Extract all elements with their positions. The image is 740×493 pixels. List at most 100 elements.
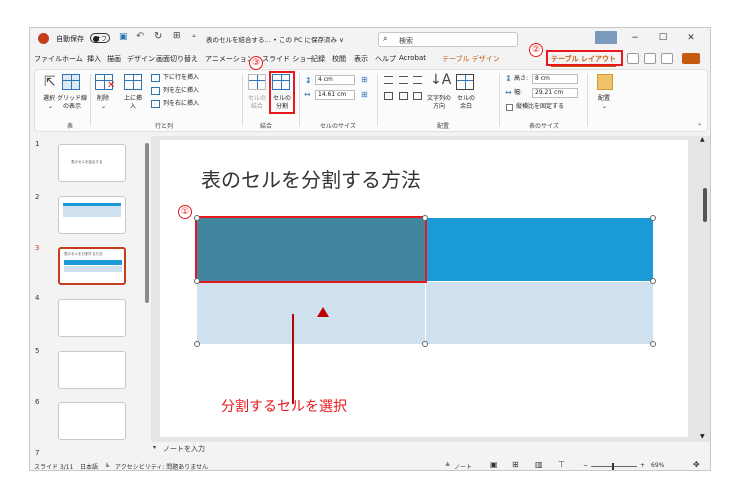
slide-title[interactable]: 表のセルを分割する方法 [201, 164, 421, 193]
tab-acrobat[interactable]: Acrobat [399, 54, 426, 62]
notes-icon: ≜ [445, 462, 451, 469]
align-right-icon[interactable] [413, 76, 422, 84]
table-cell-body[interactable] [425, 281, 653, 344]
editor-scrollbar[interactable] [703, 188, 707, 222]
language-indicator[interactable]: 日本語 [80, 462, 98, 470]
table-cell-body[interactable] [197, 281, 425, 344]
table-cell-header[interactable] [425, 218, 653, 281]
undo-icon[interactable]: ↶ [136, 31, 144, 42]
gridlines-button[interactable]: グリッド線の表示 [57, 95, 87, 111]
merge-cells-button[interactable]: セルの結合 [247, 95, 267, 111]
delete-button[interactable]: 削除 [97, 95, 109, 103]
tab-file[interactable]: ファイル [34, 54, 62, 64]
tab-view[interactable]: 表示 [354, 54, 368, 64]
tab-home[interactable]: ホーム [62, 54, 83, 64]
resize-handle[interactable] [650, 278, 656, 284]
delete-dropdown-icon[interactable]: ⌄ [101, 103, 106, 111]
notes-pane[interactable]: ▾ ノートを入力 [151, 442, 710, 454]
align-bottom-icon[interactable] [413, 92, 422, 100]
qat-dropdown-icon[interactable]: ⩡ [192, 32, 196, 41]
record-icon[interactable] [627, 53, 639, 64]
resize-handle[interactable] [194, 215, 200, 221]
tab-table-design[interactable]: テーブル デザイン [442, 54, 500, 64]
insert-left-button[interactable]: 列を左に挿入 [163, 87, 199, 95]
tab-draw[interactable]: 描画 [107, 54, 121, 64]
slide-thumbnail-6[interactable] [58, 402, 126, 440]
resize-handle[interactable] [650, 215, 656, 221]
resize-handle[interactable] [194, 278, 200, 284]
row-height-input[interactable]: 4 cm [315, 75, 355, 85]
camera-icon[interactable] [644, 53, 656, 64]
slides-panel-scrollbar[interactable] [145, 143, 149, 303]
tab-help[interactable]: ヘルプ [375, 54, 396, 64]
document-title[interactable]: 表のセルを結合する… • この PC に保存済み ∨ [206, 34, 344, 44]
distribute-cols-icon[interactable]: ⊞ [361, 90, 368, 99]
fit-to-window-icon[interactable]: ✥ [693, 460, 700, 469]
account-avatar[interactable] [595, 31, 617, 44]
tab-animations[interactable]: アニメーション [205, 54, 254, 64]
normal-view-icon[interactable]: ▣ [490, 460, 498, 469]
reading-view-icon[interactable]: ▥ [535, 460, 543, 469]
autosave-toggle[interactable]: オフ [90, 33, 110, 43]
notes-button[interactable]: ノート [454, 462, 472, 470]
close-button[interactable]: ✕ [684, 33, 698, 43]
presenter-view-icon[interactable]: ⊤ [558, 460, 565, 469]
zoom-level[interactable]: 69% [651, 462, 664, 469]
accessibility-status[interactable]: アクセシビリティ: 問題ありません [115, 462, 208, 470]
notes-collapse-icon[interactable]: ▾ [153, 444, 156, 451]
select-button[interactable]: 選択 [43, 95, 55, 103]
maximize-button[interactable]: □ [656, 32, 670, 42]
resize-handle[interactable] [194, 341, 200, 347]
resize-handle[interactable] [422, 341, 428, 347]
slide-thumbnail-1[interactable]: 表のセルを結合する [58, 144, 126, 182]
table-height-input[interactable]: 8 cm [532, 74, 578, 84]
tab-insert[interactable]: 挿入 [87, 54, 101, 64]
share-button[interactable] [682, 53, 700, 64]
cell-margins-icon [456, 74, 474, 90]
column-width-input[interactable]: 14.61 cm [315, 90, 355, 100]
insert-below-button[interactable]: 下に行を挿入 [163, 74, 199, 82]
insert-right-button[interactable]: 列を右に挿入 [163, 100, 199, 108]
tab-slideshow[interactable]: スライド ショー [262, 54, 313, 64]
ribbon-collapse-icon[interactable]: ⌄ [697, 120, 702, 128]
search-box[interactable]: ⌕ 検索 [378, 32, 518, 47]
arrange-dropdown-icon[interactable]: ⌄ [602, 103, 607, 111]
align-center-icon[interactable] [399, 76, 408, 84]
align-left-icon[interactable] [384, 76, 393, 84]
zoom-in-icon[interactable]: + [640, 462, 645, 469]
scroll-down-icon[interactable]: ▼ [700, 433, 705, 440]
distribute-rows-icon[interactable]: ⊞ [361, 75, 368, 84]
row-height-icon: ↨ [305, 76, 312, 85]
slide-thumbnail-2[interactable] [58, 196, 126, 234]
resize-handle[interactable] [422, 215, 428, 221]
separator [299, 74, 300, 126]
zoom-slider[interactable] [591, 463, 637, 470]
zoom-out-icon[interactable]: − [583, 462, 588, 469]
table-width-input[interactable]: 29.21 cm [532, 88, 578, 98]
insert-above-button[interactable]: 上に挿入 [122, 95, 144, 111]
tab-record[interactable]: 記録 [311, 54, 325, 64]
slide-sorter-icon[interactable]: ⊞ [512, 460, 519, 469]
zoom-slider-thumb[interactable] [612, 463, 614, 470]
align-top-icon[interactable] [384, 92, 393, 100]
select-dropdown-icon[interactable]: ⌄ [48, 103, 53, 111]
tab-design[interactable]: デザイン [127, 54, 155, 64]
slide-thumbnail-4[interactable] [58, 299, 126, 337]
tab-transitions[interactable]: 画面切り替え [156, 54, 198, 64]
scroll-up-icon[interactable]: ▲ [700, 136, 705, 143]
text-direction-button[interactable]: 文字列の方向 [427, 95, 451, 111]
resize-handle[interactable] [650, 341, 656, 347]
lock-aspect-checkbox[interactable] [506, 104, 513, 111]
align-middle-icon[interactable] [399, 92, 408, 100]
save-icon[interactable]: ▣ [119, 32, 128, 42]
slideshow-icon[interactable]: ⊞ [173, 31, 181, 41]
tab-review[interactable]: 校閲 [332, 54, 346, 64]
redo-icon[interactable]: ↻ [154, 31, 162, 42]
cell-margins-button[interactable]: セルの余白 [455, 95, 477, 111]
comment-icon[interactable] [661, 53, 673, 64]
arrange-button[interactable]: 配置 [598, 95, 610, 103]
minimize-button[interactable]: − [628, 33, 642, 43]
slide-thumbnail-3[interactable]: 表のセルを分割する方法 [58, 247, 126, 285]
thumb-table-row [64, 266, 122, 272]
slide-thumbnail-5[interactable] [58, 351, 126, 389]
